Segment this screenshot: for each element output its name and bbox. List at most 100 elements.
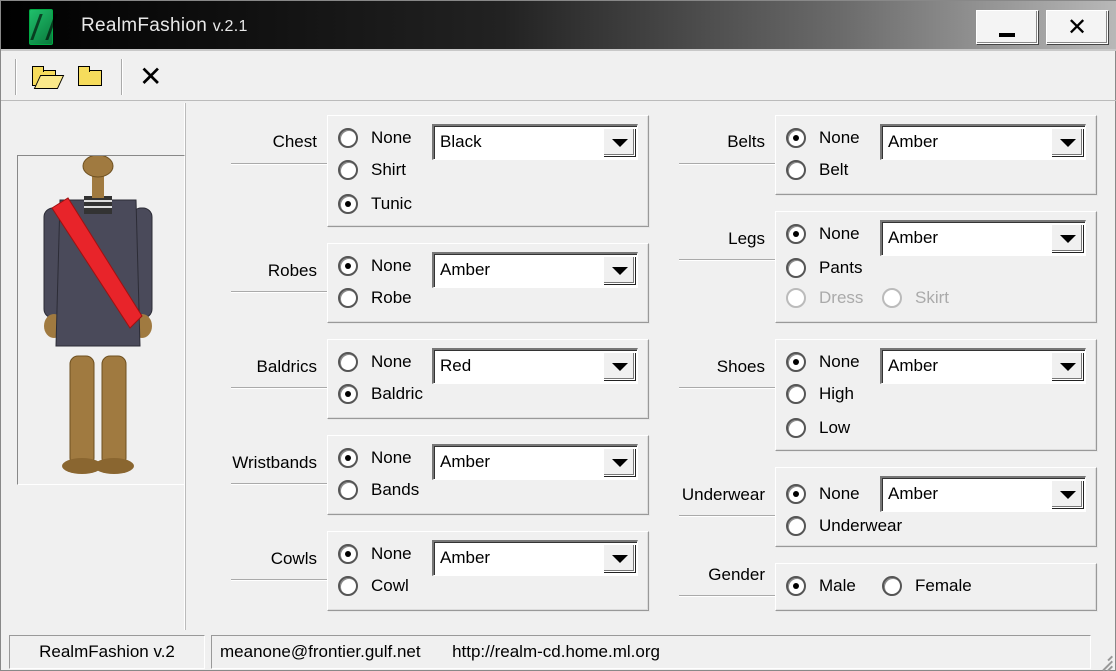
radio-label: Robe bbox=[371, 288, 412, 307]
chest-frame: None Shirt Tunic Black bbox=[327, 115, 649, 227]
radio-circle-icon bbox=[786, 352, 806, 372]
legs-label-line bbox=[679, 259, 775, 261]
cowls-frame: None Cowl Amber bbox=[327, 531, 649, 611]
toolbar-separator bbox=[15, 59, 17, 95]
wristbands-color-select[interactable]: Amber bbox=[432, 444, 638, 480]
shoes-low-radio[interactable]: Low bbox=[786, 418, 850, 438]
radio-circle-icon bbox=[786, 224, 806, 244]
status-url[interactable]: http://realm-cd.home.ml.org bbox=[452, 642, 660, 661]
robes-label: Robes bbox=[267, 261, 317, 280]
select-value: Red bbox=[440, 356, 472, 375]
robes-label-line bbox=[231, 291, 327, 293]
underwear-color-select[interactable]: Amber bbox=[880, 476, 1086, 512]
cowls-color-select[interactable]: Amber bbox=[432, 540, 638, 576]
radio-circle-icon bbox=[338, 160, 358, 180]
shoes-none-radio[interactable]: None bbox=[786, 352, 860, 372]
dropdown-arrow-icon[interactable] bbox=[603, 352, 635, 380]
baldrics-label: Baldrics bbox=[256, 357, 317, 376]
underwear-label-line bbox=[679, 515, 775, 517]
wristbands-none-radio[interactable]: None bbox=[338, 448, 412, 468]
radio-label: None bbox=[819, 224, 860, 243]
chest-none-radio[interactable]: None bbox=[338, 128, 412, 148]
app-logo-icon[interactable] bbox=[29, 9, 53, 45]
radio-label: None bbox=[819, 128, 860, 147]
shoes-high-radio[interactable]: High bbox=[786, 384, 854, 404]
baldrics-frame: None Baldric Red bbox=[327, 339, 649, 419]
radio-circle-icon bbox=[786, 288, 806, 308]
robes-robe-radio[interactable]: Robe bbox=[338, 288, 412, 308]
gender-male-radio[interactable]: Male bbox=[786, 576, 856, 596]
legs-dress-radio: Dress bbox=[786, 288, 863, 308]
title-bar[interactable]: RealmFashion v.2.1 ✕ bbox=[1, 1, 1116, 51]
baldrics-color-select[interactable]: Red bbox=[432, 348, 638, 384]
legs-pants-radio[interactable]: Pants bbox=[786, 258, 862, 278]
radio-circle-icon bbox=[338, 194, 358, 214]
folder-icon bbox=[78, 66, 102, 86]
dropdown-arrow-icon[interactable] bbox=[1051, 352, 1083, 380]
wristbands-label: Wristbands bbox=[232, 453, 317, 472]
window-title-name: RealmFashion bbox=[81, 15, 208, 36]
gender-frame: Male Female bbox=[775, 563, 1097, 611]
radio-circle-icon bbox=[338, 288, 358, 308]
dropdown-arrow-icon[interactable] bbox=[603, 448, 635, 476]
app-window: RealmFashion v.2.1 ✕ ✕ Chest None Shirt … bbox=[0, 0, 1116, 671]
underwear-label: Underwear bbox=[681, 485, 765, 504]
radio-circle-icon bbox=[338, 384, 358, 404]
toolbar: ✕ bbox=[1, 53, 1116, 101]
open-button[interactable] bbox=[29, 63, 59, 91]
robes-color-select[interactable]: Amber bbox=[432, 252, 638, 288]
dropdown-arrow-icon[interactable] bbox=[603, 544, 635, 572]
cowls-cowl-radio[interactable]: Cowl bbox=[338, 576, 409, 596]
belts-belt-radio[interactable]: Belt bbox=[786, 160, 848, 180]
select-value: Black bbox=[440, 132, 482, 151]
window-title: RealmFashion v.2.1 bbox=[81, 15, 248, 37]
close-button[interactable]: ✕ bbox=[1046, 10, 1108, 44]
chest-color-select[interactable]: Black bbox=[432, 124, 638, 160]
radio-circle-icon bbox=[786, 128, 806, 148]
cowls-none-radio[interactable]: None bbox=[338, 544, 412, 564]
radio-label: None bbox=[819, 352, 860, 371]
belts-color-select[interactable]: Amber bbox=[880, 124, 1086, 160]
minimize-button[interactable] bbox=[976, 10, 1038, 44]
cowls-label-line bbox=[231, 579, 327, 581]
belts-label: Belts bbox=[727, 132, 765, 151]
radio-circle-icon bbox=[338, 448, 358, 468]
belts-label-line bbox=[679, 163, 775, 165]
status-email[interactable]: meanone@frontier.gulf.net bbox=[220, 642, 421, 661]
shoes-color-select[interactable]: Amber bbox=[880, 348, 1086, 384]
radio-circle-icon bbox=[786, 160, 806, 180]
status-bar: RealmFashion v.2 meanone@frontier.gulf.n… bbox=[1, 633, 1116, 671]
legs-color-select[interactable]: Amber bbox=[880, 220, 1086, 256]
dropdown-arrow-icon[interactable] bbox=[603, 256, 635, 284]
character-preview bbox=[17, 154, 185, 485]
chest-shirt-radio[interactable]: Shirt bbox=[338, 160, 406, 180]
gender-female-radio[interactable]: Female bbox=[882, 576, 972, 596]
radio-label: Pants bbox=[819, 258, 863, 277]
baldrics-baldric-radio[interactable]: Baldric bbox=[338, 384, 423, 404]
radio-label: Skirt bbox=[915, 288, 949, 307]
radio-circle-icon bbox=[338, 256, 358, 276]
radio-circle-icon bbox=[882, 576, 902, 596]
open-folder-icon bbox=[32, 66, 56, 86]
radio-circle-icon bbox=[786, 418, 806, 438]
radio-label: Shirt bbox=[371, 160, 406, 179]
belts-frame: None Belt Amber bbox=[775, 115, 1097, 195]
legs-none-radio[interactable]: None bbox=[786, 224, 860, 244]
underwear-none-radio[interactable]: None bbox=[786, 484, 860, 504]
radio-circle-icon bbox=[338, 544, 358, 564]
dropdown-arrow-icon[interactable] bbox=[603, 128, 635, 156]
belts-none-radio[interactable]: None bbox=[786, 128, 860, 148]
dropdown-arrow-icon[interactable] bbox=[1051, 224, 1083, 252]
dropdown-arrow-icon[interactable] bbox=[1051, 480, 1083, 508]
robes-none-radio[interactable]: None bbox=[338, 256, 412, 276]
baldrics-none-radio[interactable]: None bbox=[338, 352, 412, 372]
chest-tunic-radio[interactable]: Tunic bbox=[338, 194, 412, 214]
radio-circle-icon bbox=[786, 384, 806, 404]
resize-grip-icon[interactable] bbox=[1093, 647, 1113, 671]
folder-button[interactable] bbox=[75, 63, 105, 91]
delete-button[interactable]: ✕ bbox=[137, 63, 167, 91]
wristbands-bands-radio[interactable]: Bands bbox=[338, 480, 419, 500]
underwear-underwear-radio[interactable]: Underwear bbox=[786, 516, 902, 536]
dropdown-arrow-icon[interactable] bbox=[1051, 128, 1083, 156]
radio-label: None bbox=[371, 448, 412, 467]
